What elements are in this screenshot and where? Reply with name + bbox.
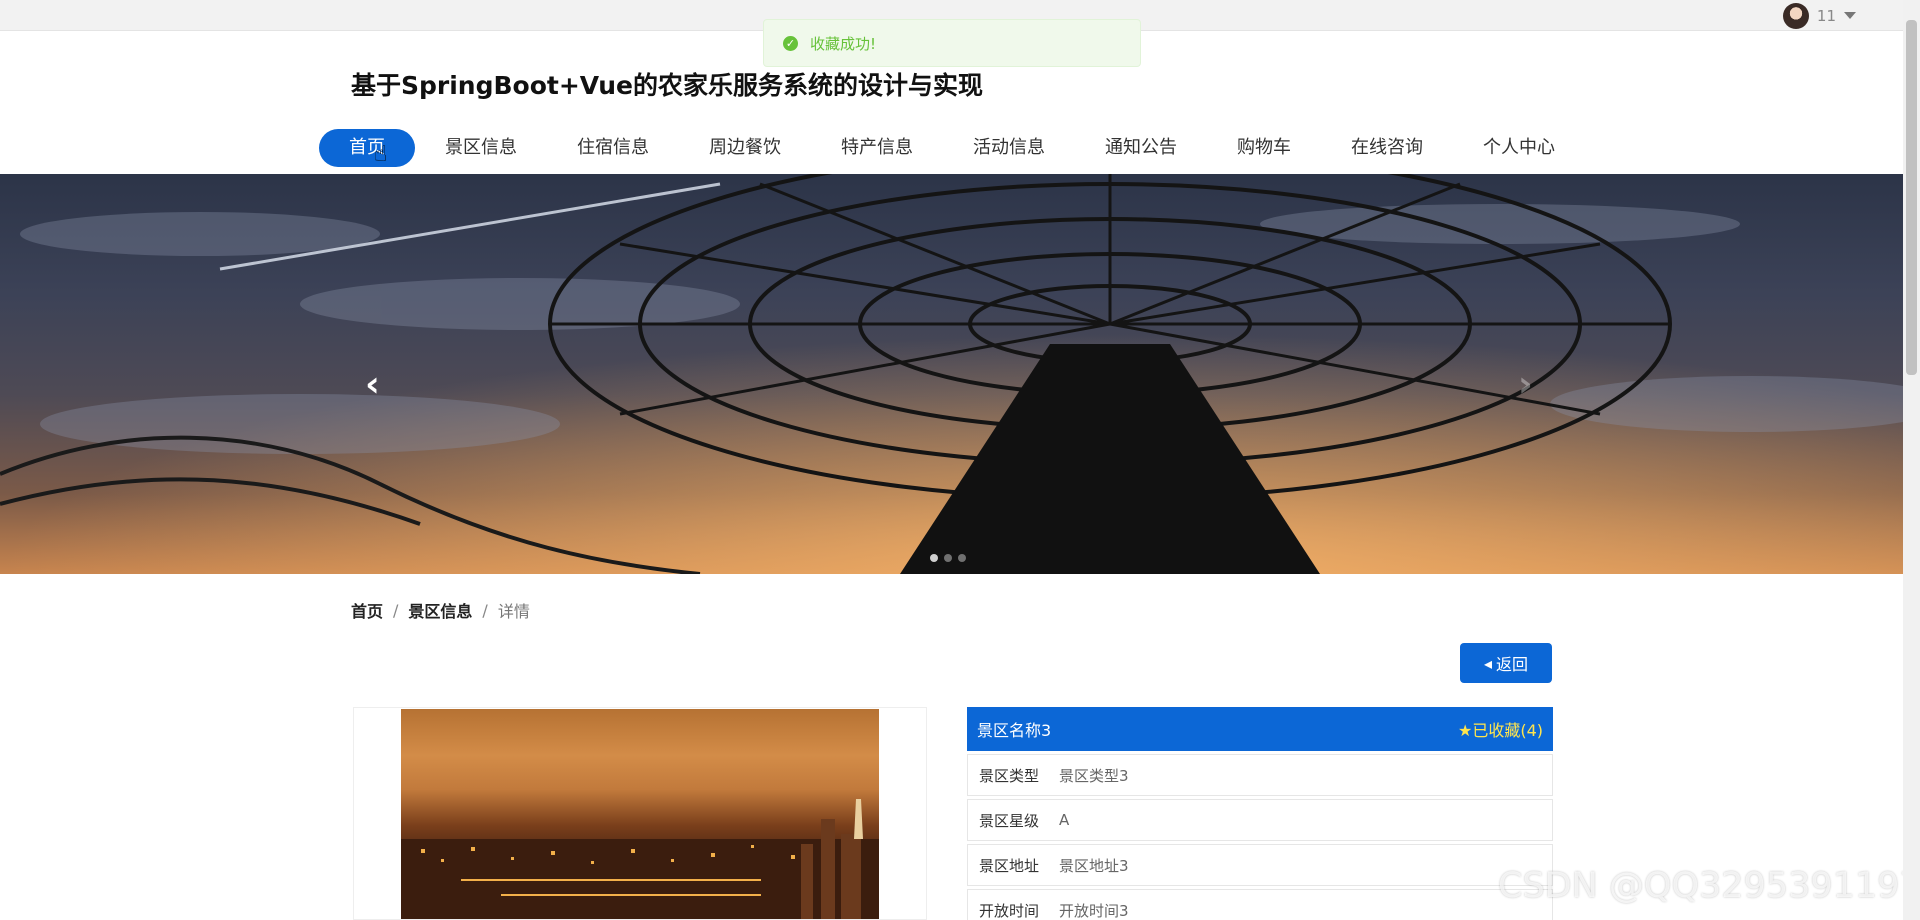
- nav-item-lodging[interactable]: 住宿信息: [547, 129, 679, 167]
- detail-label: 景区地址: [979, 856, 1040, 875]
- nav-item-cart[interactable]: 购物车: [1207, 129, 1321, 167]
- main-nav: 首页 景区信息 住宿信息 周边餐饮 特产信息 活动信息 通知公告 购物车 在线咨…: [319, 128, 1555, 168]
- carousel-dot[interactable]: [930, 554, 938, 562]
- detail-row-address: 景区地址 景区地址3: [967, 844, 1553, 886]
- detail-label: 景区类型: [979, 766, 1040, 785]
- scrollbar-thumb[interactable]: [1906, 20, 1917, 375]
- toast-message: 收藏成功!: [810, 34, 877, 53]
- page: 11 ✓ 收藏成功! 基于SpringBoot+Vue的农家乐服务系统的设计与实…: [0, 0, 1920, 920]
- breadcrumb: 首页 / 景区信息 / 详情: [351, 598, 530, 622]
- banner-carousel[interactable]: ‹ ›: [0, 174, 1903, 574]
- detail-value: 开放时间3: [1059, 901, 1129, 920]
- nav-item-profile[interactable]: 个人中心: [1453, 129, 1585, 167]
- success-toast: ✓ 收藏成功!: [763, 19, 1141, 67]
- breadcrumb-section[interactable]: 景区信息: [408, 598, 472, 622]
- nav-item-home[interactable]: 首页: [319, 129, 415, 167]
- nav-item-specialty[interactable]: 特产信息: [811, 129, 943, 167]
- user-menu[interactable]: 11: [1782, 0, 1856, 31]
- breadcrumb-separator: /: [482, 600, 488, 620]
- back-button[interactable]: ◂ 返回: [1460, 643, 1552, 683]
- carousel-prev-arrow[interactable]: ‹: [365, 364, 380, 405]
- scenic-photo: [401, 709, 879, 919]
- back-button-label: 返回: [1496, 655, 1529, 674]
- city-night-image: [401, 799, 879, 919]
- detail-row-type: 景区类型 景区类型3: [967, 754, 1553, 796]
- caret-down-icon[interactable]: [1844, 12, 1856, 19]
- scenic-name: 景区名称3: [977, 721, 1052, 740]
- caret-left-icon: ◂: [1483, 653, 1492, 673]
- nav-item-activity[interactable]: 活动信息: [943, 129, 1075, 167]
- detail-value: 景区地址3: [1059, 856, 1129, 875]
- site-title: 基于SpringBoot+Vue的农家乐服务系统的设计与实现: [351, 71, 984, 100]
- carousel-dot[interactable]: [944, 554, 952, 562]
- breadcrumb-current: 详情: [497, 602, 530, 621]
- detail-value: A: [1059, 811, 1070, 829]
- detail-header: 景区名称3 ★已收藏(4): [967, 707, 1553, 751]
- nav-item-dining[interactable]: 周边餐饮: [679, 129, 811, 167]
- mouse-pointer-icon: ☝: [374, 142, 388, 167]
- favorite-button[interactable]: ★已收藏(4): [1458, 717, 1543, 741]
- detail-label: 景区星级: [979, 811, 1040, 830]
- carousel-dot[interactable]: [958, 554, 966, 562]
- avatar[interactable]: [1782, 2, 1809, 29]
- watermark: CSDN @QQ3295391197: [1498, 866, 1920, 906]
- detail-label: 开放时间: [979, 901, 1040, 920]
- breadcrumb-home[interactable]: 首页: [351, 598, 383, 622]
- detail-row-rating: 景区星级 A: [967, 799, 1553, 841]
- nav-item-notice[interactable]: 通知公告: [1075, 129, 1207, 167]
- scenic-detail-panel: 景区名称3 ★已收藏(4) 景区类型 景区类型3 景区星级 A 景区地址 景区地…: [967, 707, 1553, 920]
- check-circle-icon: ✓: [783, 35, 798, 51]
- favorite-label: 已收藏(4): [1472, 721, 1543, 740]
- nav-item-consult[interactable]: 在线咨询: [1321, 129, 1453, 167]
- detail-row-hours: 开放时间 开放时间3: [967, 889, 1553, 920]
- star-icon: ★: [1457, 721, 1473, 740]
- ferris-wheel-image: [0, 174, 1903, 574]
- carousel-indicators: [930, 554, 966, 562]
- scenic-image-card: [353, 707, 927, 920]
- username[interactable]: 11: [1817, 7, 1836, 25]
- carousel-next-arrow[interactable]: ›: [1518, 364, 1533, 405]
- detail-value: 景区类型3: [1059, 766, 1129, 785]
- nav-item-scenic[interactable]: 景区信息: [415, 129, 547, 167]
- breadcrumb-separator: /: [393, 600, 399, 620]
